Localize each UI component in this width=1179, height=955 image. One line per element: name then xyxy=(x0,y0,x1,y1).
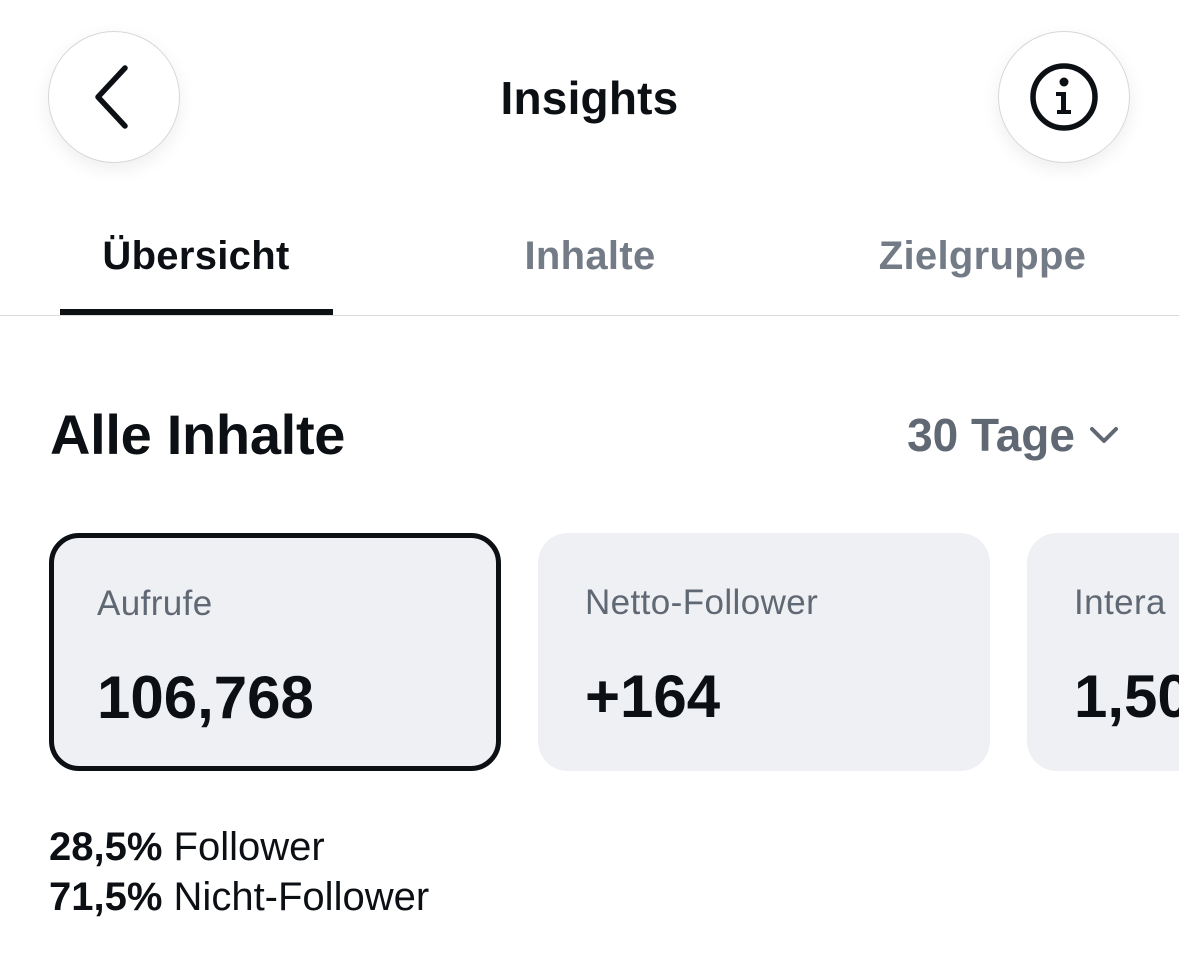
tab-content[interactable]: Inhalte xyxy=(490,228,690,284)
metric-value: +164 xyxy=(585,663,721,730)
active-tab-indicator xyxy=(60,309,333,315)
metric-card-interactions[interactable]: Intera 1,50 xyxy=(1027,533,1179,771)
metric-card-views[interactable]: Aufrufe 106,768 xyxy=(49,533,501,771)
metric-value: 106,768 xyxy=(97,664,314,731)
audience-breakdown: 28,5% Follower 71,5% Nicht-Follower xyxy=(49,822,429,922)
date-range-label: 30 Tage xyxy=(907,409,1075,461)
breakdown-label: Follower xyxy=(173,825,325,869)
info-icon xyxy=(1030,63,1098,131)
insights-screen: Insights Übersicht Inhalte Zielgruppe Al… xyxy=(0,0,1179,955)
metric-value: 1,50 xyxy=(1074,663,1179,730)
tab-audience[interactable]: Zielgruppe xyxy=(860,228,1105,284)
breakdown-row-followers: 28,5% Follower xyxy=(49,822,429,872)
metric-card-net-followers[interactable]: Netto-Follower +164 xyxy=(538,533,990,771)
date-range-dropdown[interactable]: 30 Tage xyxy=(907,404,1119,466)
metric-label: Intera xyxy=(1074,583,1166,622)
info-button[interactable] xyxy=(998,31,1130,163)
metric-label: Netto-Follower xyxy=(585,583,819,622)
breakdown-percent: 28,5% xyxy=(49,825,163,869)
breakdown-row-non-followers: 71,5% Nicht-Follower xyxy=(49,872,429,922)
section-title: Alle Inhalte xyxy=(50,403,346,466)
breakdown-label: Nicht-Follower xyxy=(173,875,430,919)
tab-bar: Übersicht Inhalte Zielgruppe xyxy=(0,200,1179,316)
breakdown-percent: 71,5% xyxy=(49,875,163,919)
tab-overview[interactable]: Übersicht xyxy=(60,228,332,284)
metric-label: Aufrufe xyxy=(97,584,213,623)
chevron-down-icon xyxy=(1090,427,1118,443)
